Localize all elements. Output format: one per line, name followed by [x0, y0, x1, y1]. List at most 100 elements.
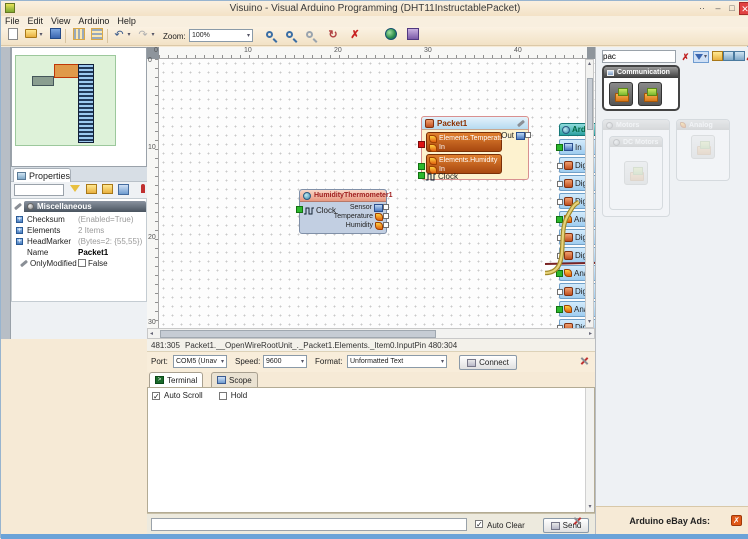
onlymodified-checkbox[interactable] [78, 259, 86, 267]
zoom-out-button[interactable] [281, 28, 297, 44]
open-dropdown-icon[interactable]: ▾ [37, 28, 45, 44]
category-communication[interactable]: Communication [602, 65, 680, 111]
menu-help[interactable]: Help [113, 16, 140, 27]
maximize-button[interactable]: □ [725, 2, 739, 15]
new-project-button[interactable] [5, 28, 21, 44]
terminal-output-panel[interactable]: ✓ Auto Scroll Hold ▾ [147, 387, 595, 513]
send-button[interactable]: Send [543, 518, 589, 533]
arduino-in-pin[interactable] [556, 144, 563, 151]
packet1-clock-pin[interactable] [418, 172, 425, 179]
analog-pin[interactable] [556, 216, 563, 223]
send-text-input[interactable] [151, 518, 467, 531]
web-link-button[interactable] [383, 28, 399, 44]
analog-pin[interactable] [556, 270, 563, 277]
packet1-header[interactable]: Packet1 [422, 117, 528, 130]
packet1-out-pin[interactable] [525, 132, 531, 138]
format-combobox[interactable]: Unformatted Text ▾ [347, 355, 447, 368]
thermometer-sensor-row[interactable]: Sensor [350, 203, 383, 212]
auto-clear-checkbox[interactable]: ✓ [475, 520, 483, 528]
digital-pin[interactable] [557, 199, 563, 205]
zoom-in-button[interactable] [261, 28, 277, 44]
thermometer-humidity-row[interactable]: Humidity [346, 221, 383, 230]
analog-pin[interactable] [556, 306, 563, 313]
scroll-up-icon[interactable]: ▴ [586, 60, 593, 69]
component-unpacket-tile[interactable] [638, 82, 662, 106]
component-search-input[interactable] [602, 50, 676, 63]
packet1-out-pin-row[interactable]: Out [501, 131, 525, 140]
scroll-down-icon[interactable]: ▾ [586, 318, 593, 327]
help-dots-icon[interactable]: ·· [695, 2, 709, 15]
speed-combobox[interactable]: 9600 ▾ [263, 355, 307, 368]
component-humiditythermometer1[interactable]: HumidityThermometer1 Clock Sensor Temper… [299, 189, 387, 234]
thermometer-sensor-pin[interactable] [383, 204, 389, 210]
digital-pin[interactable] [557, 235, 563, 241]
digital-pin[interactable] [557, 253, 563, 259]
ads-close-icon[interactable]: ✗ [731, 515, 742, 526]
menu-edit[interactable]: Edit [24, 16, 48, 27]
filter-funnel-icon[interactable] [69, 184, 81, 196]
save-project-button[interactable] [47, 28, 63, 44]
clear-search-icon[interactable]: ✗ [680, 51, 691, 63]
component-packet-tile[interactable] [609, 82, 633, 106]
auto-scroll-checkbox[interactable]: ✓ [152, 392, 160, 400]
thermometer-header[interactable]: HumidityThermometer1 [300, 190, 386, 202]
setup-tools-icon[interactable] [579, 356, 589, 366]
properties-filter-input[interactable] [14, 184, 64, 196]
new-component-icon[interactable] [712, 51, 723, 63]
thermometer-clock-pin[interactable] [296, 206, 303, 213]
tab-properties[interactable]: Properties [13, 168, 71, 182]
packet1-clock-row[interactable]: Clock [426, 172, 458, 181]
property-row-headmarker[interactable]: + HeadMarker (Bytes=2: {55,55}) [14, 236, 146, 246]
property-row-elements[interactable]: + Elements 2 Items [14, 225, 146, 235]
ads-tools-icon[interactable] [572, 516, 582, 526]
menu-arduino[interactable]: Arduino [74, 16, 113, 27]
expand-all-icon[interactable] [723, 51, 734, 63]
undo-dropdown-icon[interactable]: ▾ [125, 28, 133, 44]
minimize-button[interactable]: – [711, 2, 725, 15]
expand-icon[interactable]: + [16, 227, 23, 234]
port-combobox[interactable]: COM5 (Unav ▾ [173, 355, 227, 368]
thermometer-temperature-pin[interactable] [383, 213, 389, 219]
component-packet1[interactable]: Packet1 Elements.Temperature In Elements… [421, 116, 529, 180]
horizontal-scroll-thumb[interactable] [160, 330, 436, 338]
zoom-reset-button[interactable] [301, 28, 317, 44]
packet1-element-temperature[interactable]: Elements.Temperature In [426, 132, 502, 152]
menu-file[interactable]: File [1, 16, 24, 27]
scroll-right-icon[interactable]: ▸ [589, 330, 592, 339]
thermometer-temperature-row[interactable]: Temperature [334, 212, 383, 221]
scroll-down-icon[interactable]: ▾ [586, 503, 594, 512]
property-row-onlymodified[interactable]: OnlyModified False [14, 258, 146, 268]
delete-button[interactable]: ✗ [347, 28, 363, 44]
collapse-categories-icon[interactable] [101, 184, 113, 196]
tab-scope[interactable]: Scope [211, 372, 258, 387]
thermometer-humidity-pin[interactable] [383, 222, 389, 228]
close-button[interactable]: ✕ [739, 2, 748, 15]
overview-minimap[interactable] [11, 47, 147, 167]
tab-terminal[interactable]: > Terminal [149, 372, 203, 387]
hold-checkbox[interactable] [219, 392, 227, 400]
vertical-scroll-thumb[interactable] [587, 78, 593, 130]
digital-pin[interactable] [557, 163, 563, 169]
toggle-grid-columns-button[interactable] [71, 28, 87, 44]
export-button[interactable] [405, 28, 421, 44]
packet1-element-humidity[interactable]: Elements.Humidity In [426, 154, 502, 174]
packet1-in-humidity-pin[interactable] [418, 163, 425, 170]
packet1-settings-wrench-icon[interactable] [517, 119, 525, 126]
zoom-combobox[interactable]: 100% ▾ [189, 29, 253, 42]
terminal-scrollbar[interactable]: ▾ [585, 388, 594, 512]
property-row-checksum[interactable]: + Checksum (Enabled=True) [14, 214, 146, 224]
canvas-vertical-scrollbar[interactable]: ▴ ▾ [585, 59, 594, 328]
property-row-name[interactable]: Name Packet1 [14, 247, 146, 257]
expand-icon[interactable]: + [16, 216, 23, 223]
digital-pin[interactable] [557, 289, 563, 295]
toggle-grid-dots-button[interactable] [89, 28, 105, 44]
expand-categories-icon[interactable] [85, 184, 97, 196]
design-canvas[interactable]: Packet1 Elements.Temperature In Elements… [159, 59, 595, 328]
close-palette-icon[interactable]: ✗ [744, 51, 748, 63]
packet1-in-temperature-pin[interactable] [418, 141, 425, 148]
redo-dropdown-icon[interactable]: ▾ [149, 28, 157, 44]
refresh-button[interactable]: ↻ [325, 28, 341, 44]
list-view-icon[interactable] [117, 184, 129, 196]
digital-pin[interactable] [557, 181, 563, 187]
canvas-horizontal-scrollbar[interactable]: ◂ ▸ [147, 328, 595, 339]
